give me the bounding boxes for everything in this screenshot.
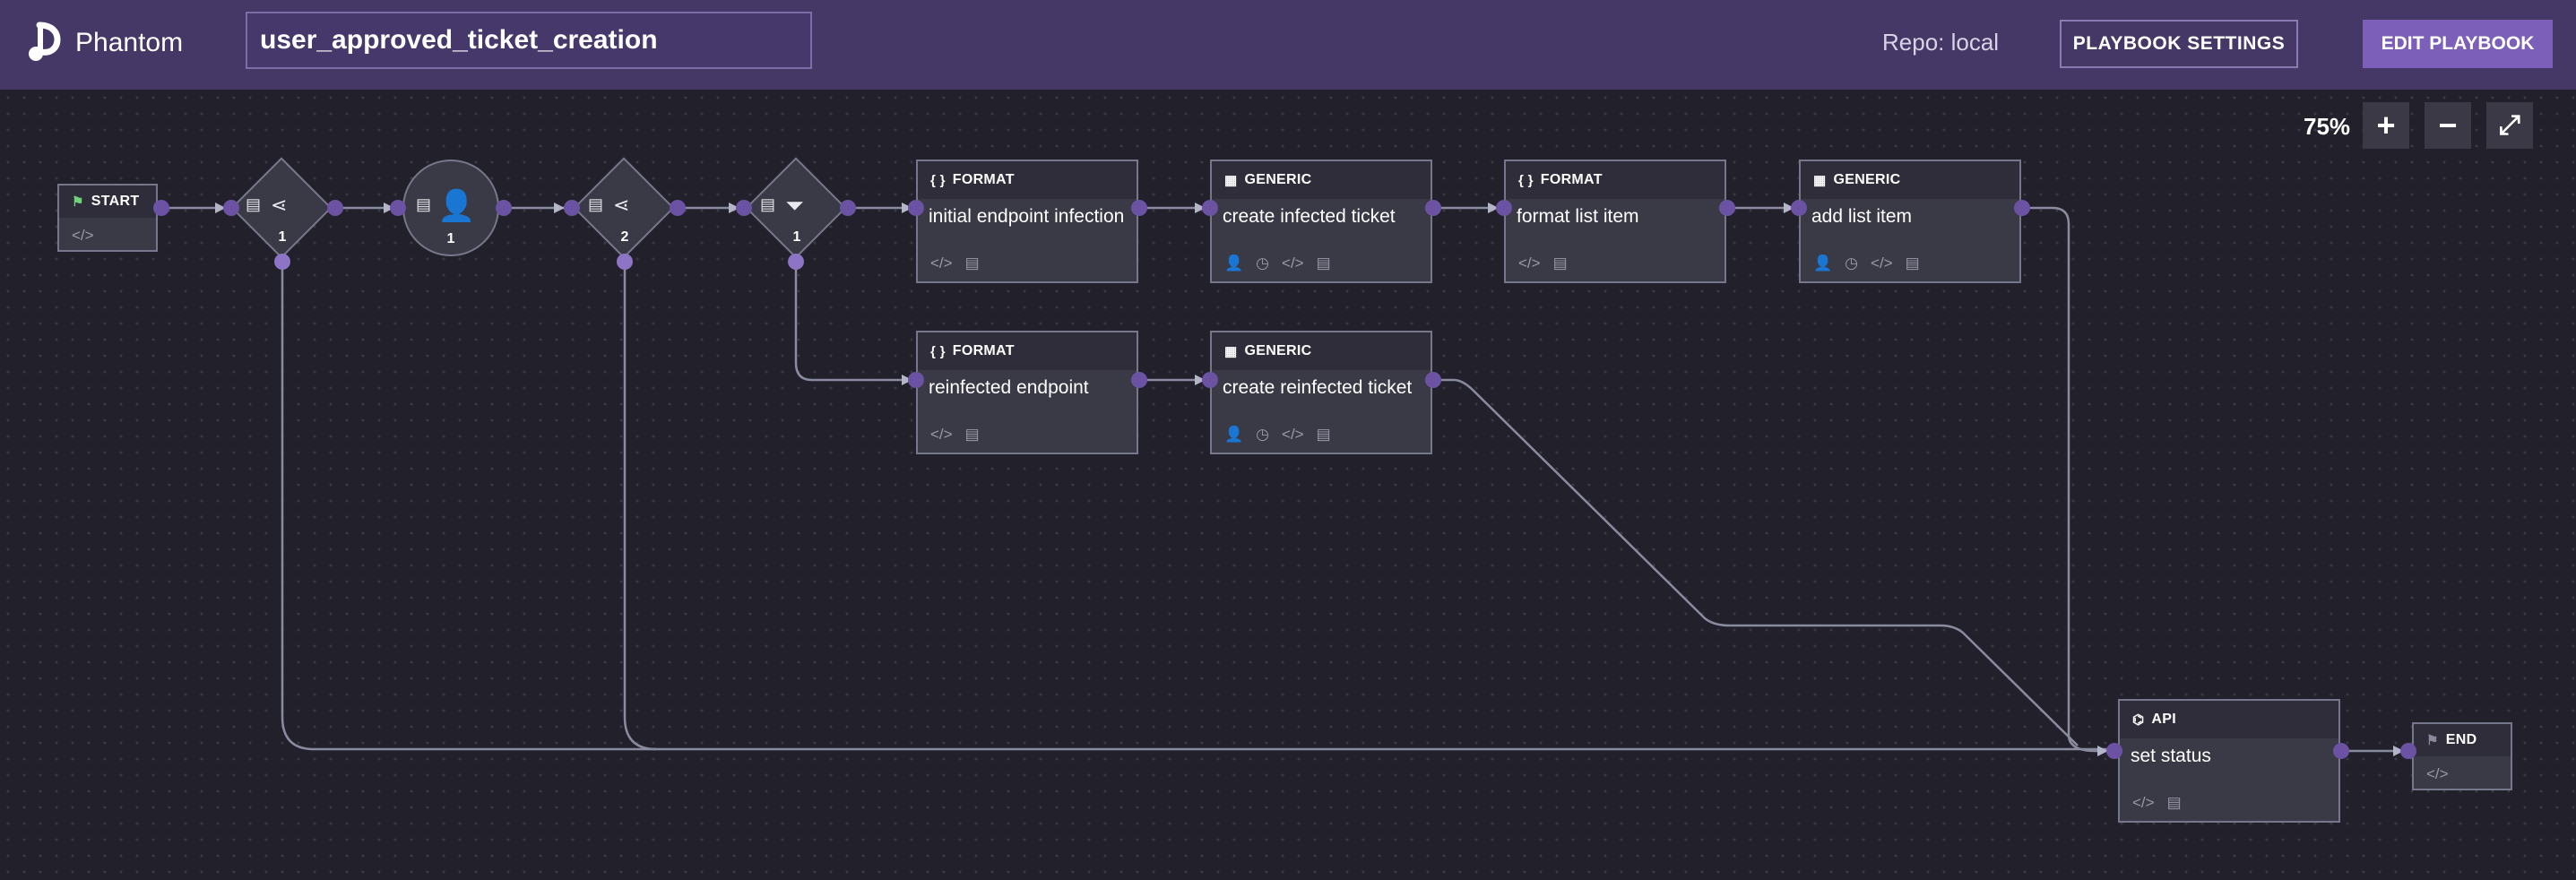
output-port	[496, 200, 512, 216]
output-port	[2333, 743, 2349, 759]
output-port	[1425, 372, 1441, 388]
input-port	[1496, 200, 1512, 216]
input-port	[2106, 743, 2122, 759]
output-port	[327, 200, 343, 216]
output-port	[670, 200, 686, 216]
input-port	[908, 372, 924, 388]
output-port	[1131, 372, 1147, 388]
output-port	[840, 200, 856, 216]
input-port	[1202, 200, 1218, 216]
branch-port	[274, 254, 290, 270]
output-port	[2014, 200, 2030, 216]
output-port	[1719, 200, 1735, 216]
output-port	[1425, 200, 1441, 216]
branch-port	[788, 254, 804, 270]
connector-ports	[153, 200, 2416, 759]
output-port	[153, 200, 169, 216]
input-port	[2400, 743, 2416, 759]
input-port	[564, 200, 580, 216]
input-port	[1202, 372, 1218, 388]
branch-port	[617, 254, 633, 270]
input-port	[736, 200, 752, 216]
input-port	[390, 200, 406, 216]
input-port	[908, 200, 924, 216]
input-port	[1791, 200, 1807, 216]
output-port	[1131, 200, 1147, 216]
input-port	[223, 200, 239, 216]
